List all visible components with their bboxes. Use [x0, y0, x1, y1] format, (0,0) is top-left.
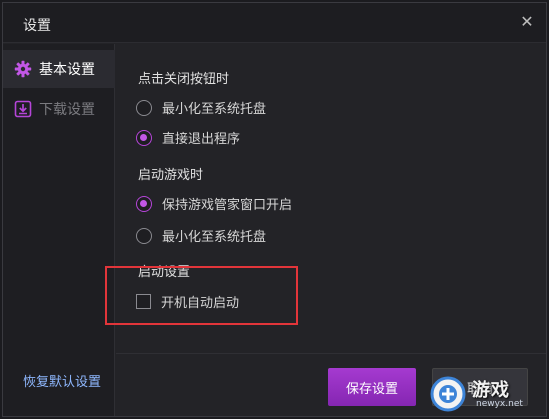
- radio-button[interactable]: [136, 227, 152, 244]
- option-label: 直接退出程序: [162, 132, 241, 147]
- option-label: 保持游戏管家窗口开启: [162, 198, 293, 213]
- sidebar-item-label: 下载设置: [39, 102, 95, 118]
- option-label: 最小化至系统托盘: [162, 230, 267, 245]
- dialog-title: 设置: [23, 18, 51, 34]
- close-icon[interactable]: ✕: [518, 13, 536, 31]
- gear-icon: [13, 59, 33, 79]
- highlight-annotation-box: [105, 266, 298, 325]
- cancel-button[interactable]: 取消: [432, 368, 528, 406]
- sidebar: 基本设置 下载设置 恢复默认设置: [3, 44, 115, 416]
- radio-keep-window-open[interactable]: 保持游戏管家窗口开启: [136, 194, 292, 213]
- section-title-game-launch: 启动游戏时: [138, 168, 204, 183]
- radio-button[interactable]: [136, 99, 152, 116]
- radio-exit-program[interactable]: 直接退出程序: [136, 128, 240, 147]
- option-label: 最小化至系统托盘: [162, 102, 267, 117]
- radio-minimize-to-tray[interactable]: 最小化至系统托盘: [136, 98, 266, 117]
- settings-dialog: 设置 ✕ 基本设置 下载设置 恢复默认设置 点击关闭按钮时 最小化至系统托盘 直…: [2, 2, 547, 417]
- save-button[interactable]: 保存设置: [328, 368, 416, 406]
- radio-minimize-to-tray-on-launch[interactable]: 最小化至系统托盘: [136, 226, 266, 245]
- section-title-close-button: 点击关闭按钮时: [138, 72, 230, 87]
- sidebar-item-basic-settings[interactable]: 基本设置: [3, 50, 115, 88]
- sidebar-item-download-settings[interactable]: 下载设置: [3, 90, 115, 128]
- sidebar-item-label: 基本设置: [39, 62, 95, 78]
- title-bar: 设置 ✕: [3, 3, 546, 43]
- download-icon: [13, 99, 33, 119]
- radio-button-checked[interactable]: [136, 195, 152, 212]
- restore-defaults-link[interactable]: 恢复默认设置: [23, 371, 101, 390]
- radio-button-checked[interactable]: [136, 129, 152, 146]
- dialog-footer: 保存设置 取消: [116, 353, 546, 416]
